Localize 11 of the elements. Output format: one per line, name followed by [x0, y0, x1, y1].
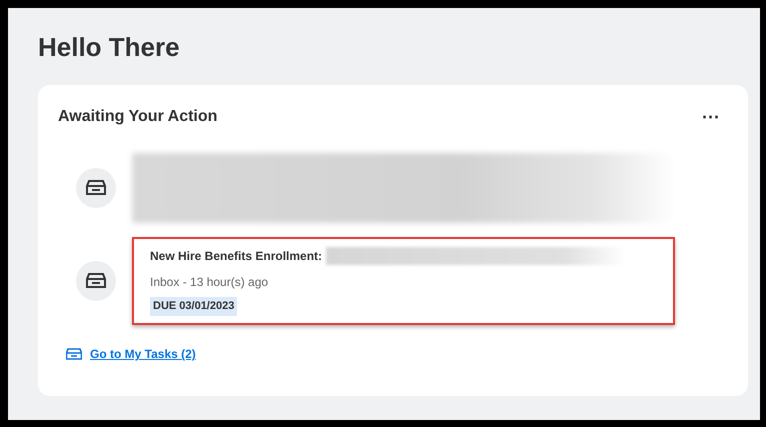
card-title: Awaiting Your Action	[58, 107, 218, 128]
page-title: Hello There	[38, 32, 181, 64]
my-tasks-link[interactable]: Go to My Tasks (2)	[90, 345, 196, 364]
task-title: New Hire Benefits Enrollment:	[150, 248, 322, 266]
inbox-icon	[86, 273, 106, 290]
inbox-icon	[66, 348, 82, 360]
task-item[interactable]: New Hire Benefits Enrollment: Inbox - 13 hour(s) ago DUE 03/01/2023	[132, 237, 675, 326]
task-meta: Inbox - 13 hour(s) ago	[150, 274, 270, 292]
inbox-icon	[86, 180, 106, 196]
more-menu-button[interactable]: ···	[694, 108, 728, 126]
due-date-tag: DUE 03/01/2023	[150, 297, 238, 316]
